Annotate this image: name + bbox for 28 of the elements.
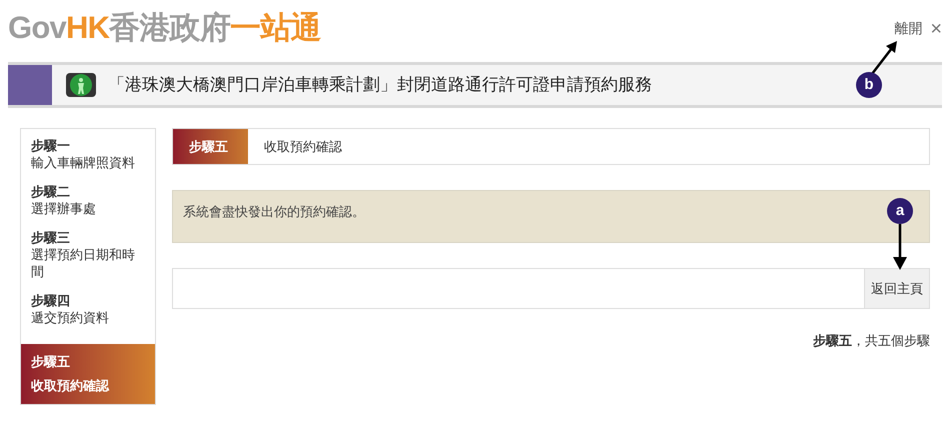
- step-item[interactable]: 步驟四 遞交預約資料: [21, 292, 155, 338]
- step-badge: 步驟五: [173, 129, 248, 164]
- page-title: 「港珠澳大橋澳門口岸泊車轉乘計劃」封閉道路通行許可證申請預約服務: [108, 74, 652, 96]
- step-title: 選擇辦事處: [31, 200, 97, 217]
- step-title: 輸入車輛牌照資料: [31, 154, 136, 171]
- step-label: 步驟五: [31, 353, 71, 371]
- step-label: 步驟二: [31, 183, 71, 200]
- step-title: 收取預約確認: [31, 377, 110, 395]
- step-label: 步驟四: [31, 292, 71, 309]
- step-title: 選擇預約日期和時間: [31, 246, 136, 280]
- step-heading: 收取預約確認: [264, 138, 342, 156]
- step-title: 遞交預約資料: [31, 309, 110, 326]
- exit-link[interactable]: 離開: [894, 18, 922, 39]
- home-button[interactable]: 返回主頁: [864, 269, 929, 308]
- progress-text: 步驟五，共五個步驟: [813, 332, 930, 350]
- header-accent: [8, 65, 52, 105]
- step-item[interactable]: 步驟五 收取預約確認: [21, 344, 155, 404]
- step-item[interactable]: 步驟三 選擇預約日期和時間: [21, 229, 155, 292]
- close-icon[interactable]: ×: [930, 18, 942, 38]
- step-label: 步驟一: [31, 137, 71, 154]
- traffic-light-icon: [64, 70, 98, 100]
- step-label: 步驟三: [31, 229, 71, 246]
- step-item[interactable]: 步驟一 輸入車輛牌照資料: [21, 137, 155, 183]
- callout-arrow: [892, 224, 908, 270]
- step-item[interactable]: 步驟二 選擇辦事處: [21, 183, 155, 229]
- callout-arrow: [870, 40, 900, 76]
- logo: GovHK香港政府一站通: [8, 10, 321, 46]
- message-text: 系統會盡快發出你的預約確認。: [183, 204, 365, 219]
